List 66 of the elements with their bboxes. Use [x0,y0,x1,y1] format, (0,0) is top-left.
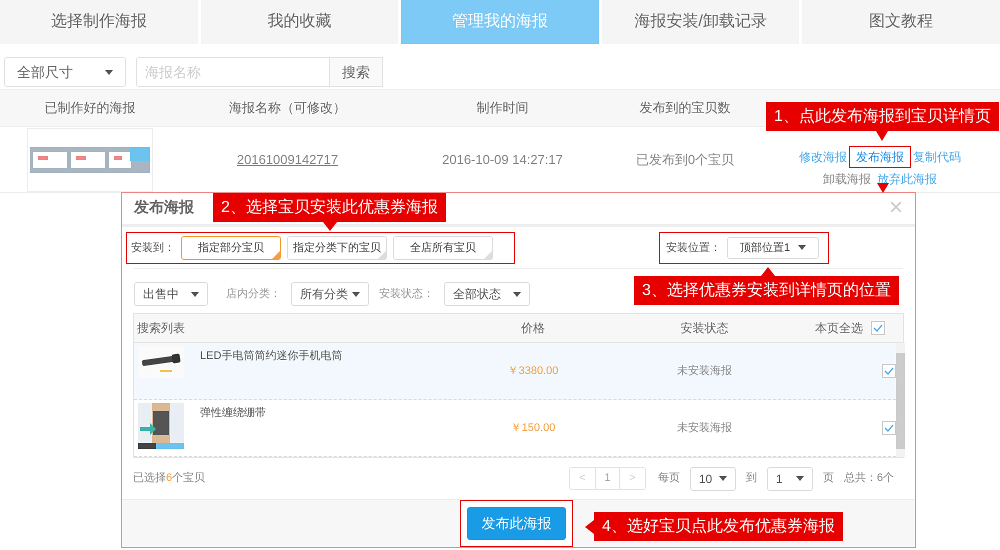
poster-name-link[interactable]: 20161009142717 [236,150,338,170]
caret-icon [352,292,360,297]
caret-icon [718,476,727,482]
product-name: 弹性缠绕绷带 [200,406,266,422]
tab[interactable]: 选择制作海报 [0,0,198,44]
state-select[interactable]: 全部状态 [444,282,530,306]
field-label: 页 [822,471,834,486]
install-status: 未安装海报 [677,364,732,379]
install-option[interactable]: 指定分类下的宝贝 [287,236,387,260]
table-cell-text: 已发布到0个宝贝 [636,150,734,169]
callout-label: 1、点此发布海报到宝贝详情页 [766,102,999,131]
install-option[interactable]: 指定部分宝贝 [181,236,281,260]
callout-label: 4、选好宝贝点此发布优惠券海报 [594,512,843,541]
field-label: 每页 [658,471,680,486]
column-header: 制作时间 [476,99,530,118]
action-link[interactable]: 卸载海报 [823,170,871,188]
column-header: 发布到的宝贝数 [638,99,732,118]
price: ￥150.00 [510,420,556,436]
field-label: 安装位置： [666,240,721,256]
position-select[interactable]: 顶部位置1 [727,236,819,259]
price: ￥3380.00 [508,364,558,379]
column-header: 安装状态 [680,320,730,338]
publish-button[interactable]: 发布此海报 [467,507,566,540]
callout-pointer [876,131,888,141]
dialog-title: 发布海报 [134,198,194,218]
column-header: 搜索列表 [136,320,186,338]
install-option[interactable]: 全店所有宝贝 [393,236,493,260]
action-link[interactable]: 发布海报 [849,146,911,168]
caret-icon [105,70,113,74]
total-count: 总共：6个 [844,471,894,486]
column-header: 已制作好的海报 [44,99,136,118]
checkbox[interactable] [882,421,896,436]
per-page-select[interactable]: 10 [690,466,736,491]
callout-pointer [585,520,594,534]
column-header: 海报名称（可修改） [228,99,347,118]
search-button[interactable]: 搜索 [330,57,383,87]
checkbox[interactable] [871,321,885,336]
field-label: 安装状态： [379,286,434,302]
callout-label: 2、选择宝贝安装此优惠券海报 [213,193,446,222]
column-header: 价格 [520,320,546,338]
callout-pointer [761,267,775,276]
table-cell-text: 2016-10-09 14:27:17 [442,150,563,169]
tab[interactable]: 我的收藏 [200,0,398,44]
caret-icon [513,292,521,297]
selected-count: 已选择6个宝贝 [133,470,206,486]
category-select[interactable]: 所有分类 [291,282,369,306]
checkbox[interactable] [882,364,896,378]
caret-icon [191,292,199,297]
callout-label: 3、选择优惠券安装到详情页的位置 [634,276,899,305]
size-select[interactable]: 全部尺寸 [4,57,126,87]
column-header: 本页全选 [815,320,863,338]
product-row[interactable]: LED手电筒简约迷你手机电筒 ￥3380.00 未安装海报 [134,343,896,400]
product-name: LED手电筒简约迷你手机电筒 [200,349,342,364]
field-label: 店内分类： [226,286,281,302]
field-label: 安装到： [131,240,175,256]
tab[interactable]: 海报安装/卸载记录 [602,0,800,44]
arrow [877,183,889,193]
caret-icon [796,476,804,482]
tab[interactable]: 图文教程 [802,0,1000,44]
page-select[interactable]: 1 [766,466,813,491]
install-status: 未安装海报 [677,420,732,436]
field-label: 到 [746,471,757,486]
caret-icon [798,245,806,250]
callout-pointer [323,222,337,231]
status-select[interactable]: 出售中 [134,282,208,306]
product-row[interactable]: 弹性缠绕绷带 ￥150.00 未安装海报 [134,400,896,458]
